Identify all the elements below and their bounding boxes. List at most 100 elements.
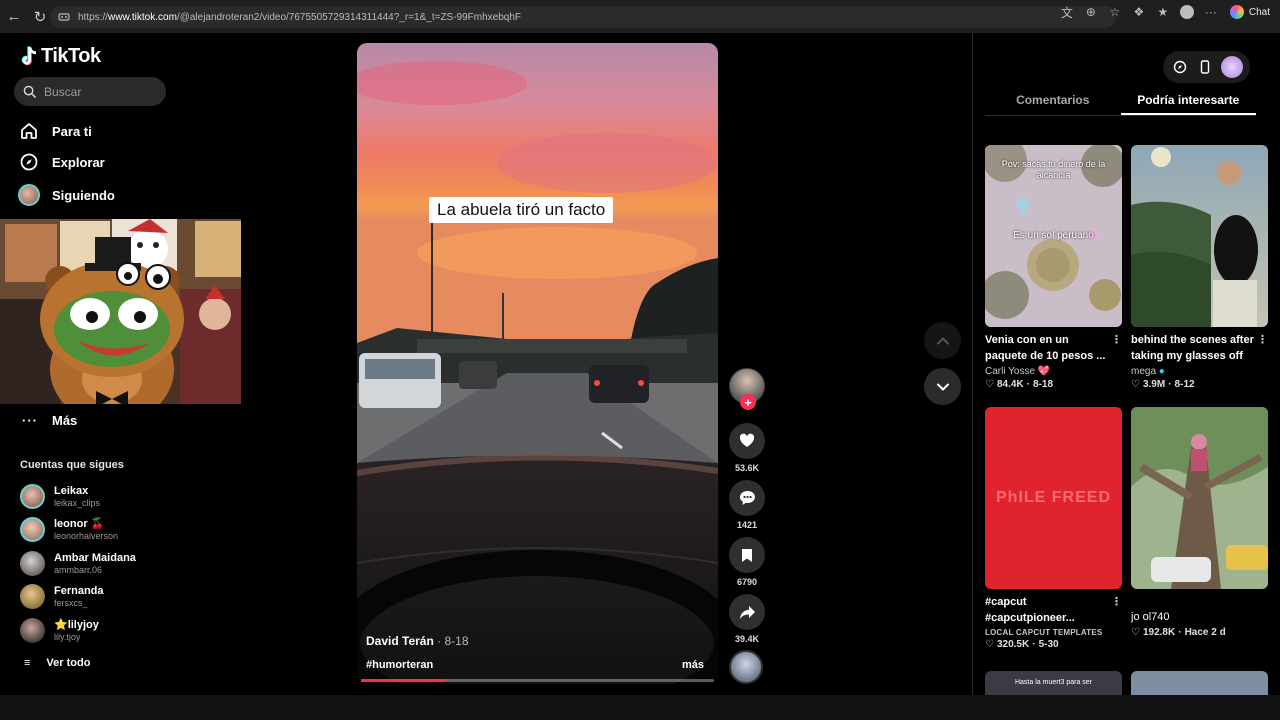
separator: · <box>1178 627 1182 638</box>
card-title: #capcut #capcutpioneer... ⋮ <box>985 594 1122 626</box>
followed-account[interactable]: ⭐lilyjoy lily.tjoy <box>20 618 99 643</box>
chevron-up-icon <box>936 336 949 344</box>
followed-account[interactable]: Ambar Maidana ammbarr.06 <box>20 551 136 576</box>
separator: · <box>1168 379 1172 390</box>
video-hashtag[interactable]: #humorteran <box>366 659 433 671</box>
card-author-name: mega <box>1131 366 1157 377</box>
video-thumbnail[interactable] <box>1131 407 1268 589</box>
copilot-icon <box>1229 5 1244 19</box>
verified-icon: ● <box>1158 366 1165 377</box>
card-likes: 192.8K <box>1142 627 1176 638</box>
video-progress-bar[interactable] <box>361 679 714 682</box>
avatar <box>20 618 45 643</box>
followed-account[interactable]: leonor 🍒 leonorhalverson <box>20 517 118 542</box>
video-thumbnail[interactable] <box>1131 145 1268 327</box>
tab-you-may-like[interactable]: Podría interesarte <box>1120 93 1256 115</box>
progress-fill <box>361 679 446 682</box>
music-disc[interactable] <box>729 650 763 684</box>
search-box[interactable] <box>14 77 166 106</box>
comment-count: 1421 <box>736 520 758 530</box>
followed-account[interactable]: Fernanda fersxcs_ <box>20 584 104 609</box>
site-info-icon[interactable] <box>58 11 70 23</box>
like-button[interactable] <box>729 423 765 459</box>
card-likes: 3.9M <box>1142 379 1166 390</box>
favorites-icon[interactable]: ★ <box>1156 5 1170 19</box>
extensions-icon[interactable]: ❖ <box>1132 5 1146 19</box>
share-action[interactable]: 39.4K <box>729 594 765 644</box>
video-thumbnail[interactable]: Pov: sacas tu dinero de la alcancía Es u… <box>985 145 1122 327</box>
card-date: Hace 2 d <box>1184 627 1226 638</box>
video-author[interactable]: David Terán · 8-18 <box>366 634 469 648</box>
card-title-text: #capcut #capcutpioneer... <box>985 596 1075 624</box>
tiktok-note-icon <box>21 45 36 65</box>
next-video-button[interactable] <box>924 368 961 405</box>
nav-label: Siguiendo <box>52 187 115 203</box>
thumbnail-text: Es un sol peruano <box>1013 230 1094 241</box>
back-icon[interactable]: ← <box>2 5 26 29</box>
video-player[interactable]: La abuela tiró un facto David Terán · 8-… <box>357 43 718 684</box>
taskbar-strip <box>0 695 1280 720</box>
compass-icon[interactable] <box>1171 58 1189 76</box>
recommended-video-card[interactable]: behind the scenes after taking my glasse… <box>1131 145 1268 390</box>
card-author[interactable]: Carli Yosse 💖 <box>985 366 1122 377</box>
account-name: Ambar Maidana <box>54 551 136 564</box>
account-handle: ammbarr.06 <box>54 564 103 575</box>
account-handle: fersxcs_ <box>54 597 88 608</box>
comment-action[interactable]: 1421 <box>729 480 765 530</box>
floating-overlay-image <box>0 219 241 404</box>
post-date: · 8-18 <box>433 634 469 648</box>
account-name: Fernanda <box>54 584 104 597</box>
follow-button[interactable]: + <box>740 394 756 410</box>
avatar <box>20 517 45 542</box>
nav-following[interactable]: Siguiendo <box>18 184 115 206</box>
nav-explore[interactable]: Explorar <box>18 151 105 173</box>
top-actions <box>1163 51 1250 83</box>
nav-more[interactable]: ··· Más <box>22 413 77 428</box>
address-bar[interactable]: https://www.tiktok.com/@alejandroteran2/… <box>50 6 1116 28</box>
profile-avatar[interactable] <box>1179 5 1194 19</box>
copilot-chat-button[interactable]: Chat <box>1229 5 1270 19</box>
card-more-icon[interactable]: ⋮ <box>1111 594 1122 610</box>
recommended-video-card[interactable] <box>1131 671 1268 695</box>
avatar <box>20 484 45 509</box>
recommended-video-card[interactable]: Pov: sacas tu dinero de la alcancía Es u… <box>985 145 1122 390</box>
card-stats: ♡ 192.8K · Hace 2 d <box>1131 627 1268 638</box>
zoom-icon[interactable]: ⊕ <box>1084 5 1098 19</box>
save-action[interactable]: 6790 <box>729 537 765 587</box>
search-input[interactable] <box>44 84 154 99</box>
see-all-following[interactable]: ≡ Ver todo <box>24 657 90 669</box>
recommended-video-card[interactable]: PhILE FREED #capcut #capcutpioneer... ⋮ L… <box>985 407 1122 650</box>
user-avatar[interactable] <box>1220 56 1243 78</box>
comment-button[interactable] <box>729 480 765 516</box>
card-title: behind the scenes after taking my glasse… <box>1131 332 1268 364</box>
reload-icon[interactable]: ↻ <box>28 5 52 29</box>
tiktok-logo[interactable]: TikTok <box>20 45 101 68</box>
more-options-icon[interactable]: ··· <box>1204 5 1218 19</box>
followed-account[interactable]: Leikax leikax_clips <box>20 484 100 509</box>
card-more-icon[interactable]: ⋮ <box>1257 332 1268 348</box>
video-thumbnail[interactable] <box>1131 671 1268 695</box>
share-button[interactable] <box>729 594 765 630</box>
heart-icon <box>739 433 755 447</box>
recommended-video-card[interactable]: jo ol740 ♡ 192.8K · Hace 2 d <box>1131 407 1268 638</box>
favorite-star-icon[interactable]: ☆ <box>1108 5 1122 19</box>
tab-comments[interactable]: Comentarios <box>985 93 1121 115</box>
previous-video-button[interactable] <box>924 322 961 359</box>
see-all-label: Ver todo <box>46 657 91 669</box>
recommended-video-card[interactable]: Hasta la muert3 para ser <box>985 671 1122 695</box>
description-more-link[interactable]: más <box>682 659 704 671</box>
nav-label: Explorar <box>52 154 105 170</box>
panel-tabs: Comentarios Podría interesarte <box>985 93 1256 116</box>
nav-for-you[interactable]: Para ti <box>18 120 92 142</box>
card-author[interactable]: mega ● <box>1131 366 1268 377</box>
like-action[interactable]: 53.6K <box>729 423 765 473</box>
card-more-icon[interactable]: ⋮ <box>1111 332 1122 348</box>
save-button[interactable] <box>729 537 765 573</box>
compass-icon <box>18 151 40 173</box>
translate-icon[interactable]: 文 <box>1060 5 1074 20</box>
device-icon[interactable] <box>1196 58 1214 76</box>
video-thumbnail[interactable]: PhILE FREED <box>985 407 1122 589</box>
account-name: ⭐lilyjoy <box>54 618 99 631</box>
browser-toolbar: ← ↻ https://www.tiktok.com/@alejandroter… <box>0 0 1280 33</box>
video-thumbnail[interactable]: Hasta la muert3 para ser <box>985 671 1122 695</box>
